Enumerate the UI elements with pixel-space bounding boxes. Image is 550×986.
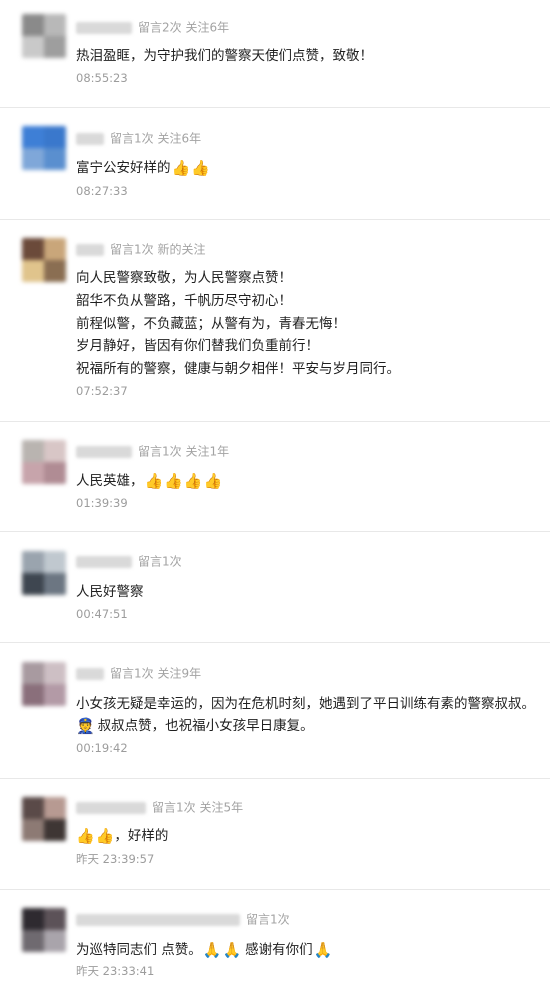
avatar[interactable] [22, 908, 66, 952]
blurred-nickname[interactable] [76, 913, 240, 926]
thumbs-up-icon: 👍 [164, 472, 183, 490]
comment-text: 祝福所有的警察，健康与朝夕相伴！平安与岁月同行。 [76, 361, 400, 377]
comment-meta: 留言1次 关注1年 [76, 443, 229, 459]
avatar[interactable] [22, 238, 66, 282]
pray-icon: 🙏 [313, 941, 333, 959]
comment-time: 昨天 23:39:57 [76, 852, 155, 866]
pray-icon: 🙏 [222, 941, 242, 959]
comment-text: 👮 叔叔点赞，也祝福小女孩早日康复。 [76, 716, 314, 736]
blurred-nickname[interactable] [76, 445, 132, 458]
comment-text: 为巡特同志们 点赞。🙏🙏 感谢有你们🙏 [76, 940, 332, 960]
avatar[interactable] [22, 14, 66, 58]
blurred-nickname[interactable] [76, 243, 104, 256]
blurred-nickname[interactable] [76, 801, 146, 814]
comment-meta: 留言1次 [76, 911, 290, 927]
comment-time: 07:52:37 [76, 384, 128, 398]
thumbs-up-icon: 👍 [76, 827, 95, 845]
comment-text: 人民英雄，👍👍👍👍 [76, 471, 222, 491]
thumbs-up-icon: 👍 [95, 827, 115, 845]
pray-icon: 🙏 [202, 941, 222, 959]
divider [0, 531, 550, 532]
divider [0, 642, 550, 643]
comment-stats: 留言1次 关注9年 [110, 666, 202, 681]
comment-text: 👍👍，好样的 [76, 826, 168, 846]
comment-meta: 留言1次 关注9年 [76, 665, 201, 681]
comment-time: 00:19:42 [76, 741, 128, 755]
avatar[interactable] [22, 440, 66, 484]
thumbs-up-icon: 👍 [171, 159, 191, 177]
divider [0, 421, 550, 422]
comment-meta: 留言1次 关注6年 [76, 130, 201, 146]
comment-stats: 留言1次 关注5年 [152, 800, 244, 815]
divider [0, 219, 550, 220]
comment-time: 08:55:23 [76, 71, 128, 85]
comment-stats: 留言1次 [138, 554, 182, 569]
thumbs-up-icon: 👍 [144, 472, 164, 490]
comment-text-part: 人民英雄， [76, 473, 144, 489]
comment-text: 前程似警，不负藏蓝；从警有为，青春无悔！ [76, 316, 346, 332]
blurred-nickname[interactable] [76, 555, 132, 568]
comment-time: 昨天 23:33:41 [76, 964, 155, 978]
divider [0, 889, 550, 890]
thumbs-up-icon: 👍 [183, 472, 203, 490]
comment-time: 08:27:33 [76, 184, 128, 198]
blurred-nickname[interactable] [76, 667, 104, 680]
comment-stats: 留言1次 关注1年 [138, 444, 230, 459]
blurred-nickname[interactable] [76, 132, 104, 145]
comment-stats: 留言1次 新的关注 [110, 242, 206, 257]
comment-text-part: 为巡特同志们 点赞。 [76, 942, 202, 958]
comment-stats: 留言1次 [246, 912, 290, 927]
comment-text-part: 富宁公安好样的 [76, 160, 171, 176]
comment-text: 韶华不负从警路，千帆历尽守初心！ [76, 293, 292, 309]
comment-text: 人民好警察 [76, 584, 144, 600]
divider [0, 778, 550, 779]
avatar[interactable] [22, 662, 66, 706]
avatar[interactable] [22, 797, 66, 841]
thumbs-up-icon: 👍 [191, 159, 210, 177]
avatar[interactable] [22, 551, 66, 595]
comment-meta: 留言2次 关注6年 [76, 19, 229, 35]
comment-text-part: 感谢有你们 [245, 942, 313, 958]
police-officer-icon: 👮 [76, 717, 95, 735]
comment-time: 00:47:51 [76, 607, 128, 621]
comment-text: 向人民警察致敬，为人民警察点赞！ [76, 270, 292, 286]
comment-text: 富宁公安好样的👍👍 [76, 158, 210, 178]
comment-time: 01:39:39 [76, 496, 128, 510]
comment-text: 热泪盈眶，为守护我们的警察天使们点赞，致敬！ [76, 48, 373, 64]
comment-text-part: ，好样的 [114, 828, 169, 844]
comment-meta: 留言1次 新的关注 [76, 241, 205, 257]
comment-stats: 留言1次 关注6年 [110, 131, 202, 146]
thumbs-up-icon: 👍 [203, 472, 223, 490]
avatar[interactable] [22, 126, 66, 170]
comment-text: 岁月静好，皆因有你们替我们负重前行！ [76, 338, 319, 354]
divider [0, 107, 550, 108]
comment-meta: 留言1次 关注5年 [76, 799, 243, 815]
comment-stats: 留言2次 关注6年 [138, 20, 230, 35]
comment-text: 小女孩无疑是幸运的，因为在危机时刻，她遇到了平日训练有素的警察叔叔。 [76, 696, 535, 712]
blurred-nickname[interactable] [76, 21, 132, 34]
comment-meta: 留言1次 [76, 553, 182, 569]
comment-text-part: 叔叔点赞，也祝福小女孩早日康复。 [97, 718, 314, 734]
